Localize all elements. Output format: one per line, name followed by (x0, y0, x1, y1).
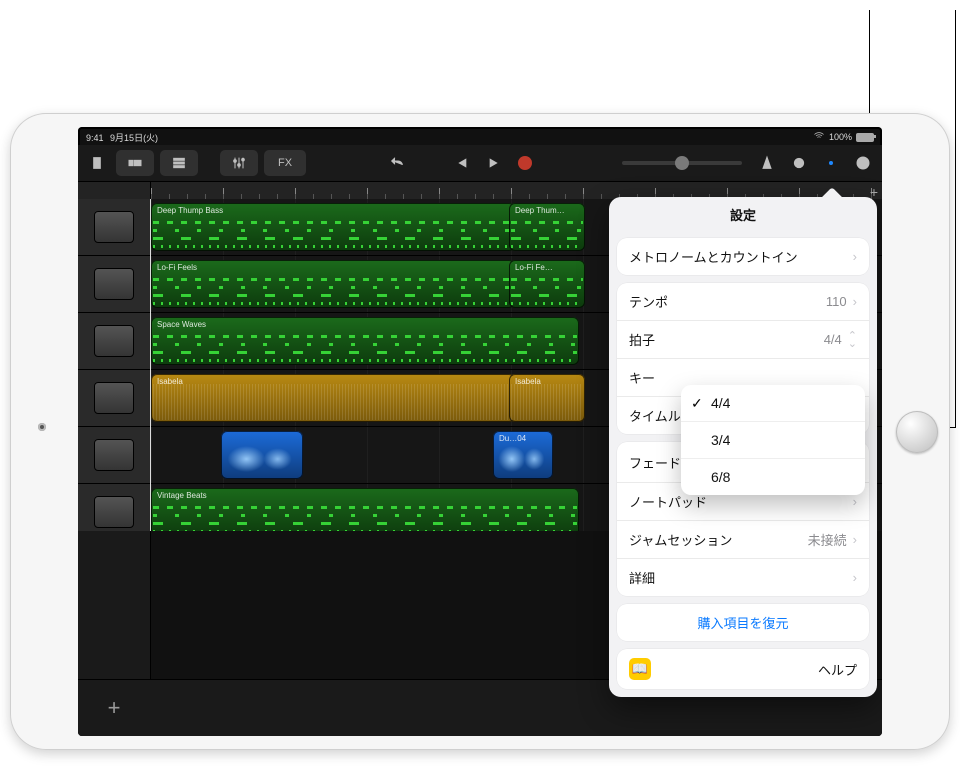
settings-button[interactable] (818, 150, 844, 176)
view-navigator-button[interactable] (116, 150, 154, 176)
check-icon: ✓ (691, 395, 703, 412)
jam-label: ジャムセッション (629, 530, 732, 549)
restore-label: 購入項目を復元 (697, 613, 788, 632)
undo-button[interactable] (384, 150, 410, 176)
option-label: 4/4 (711, 395, 730, 411)
settings-details-row[interactable]: 詳細 › (617, 558, 869, 596)
master-volume-slider[interactable] (622, 161, 742, 165)
instrument-icon (94, 268, 134, 300)
toolbar: FX (78, 145, 882, 182)
track-header[interactable] (78, 313, 151, 369)
region-clip[interactable]: Lo-Fi Fe… (509, 260, 585, 308)
instrument-icon (94, 325, 134, 357)
timesig-option-4-4[interactable]: ✓ 4/4 (681, 385, 865, 421)
restore-purchases-button[interactable]: 購入項目を復元 (617, 604, 869, 641)
status-date: 9月15日(火) (110, 133, 158, 143)
region-clip[interactable]: Deep Thum… (509, 203, 585, 251)
settings-title: 設定 (609, 197, 877, 230)
help-label: ヘルプ (818, 660, 857, 679)
track-header[interactable] (78, 256, 151, 312)
region-clip[interactable]: Vintage Beats (151, 488, 579, 536)
callout-line (955, 10, 956, 428)
chevron-right-icon: › (853, 570, 857, 585)
instrument-icon (94, 439, 134, 471)
settings-help-row[interactable]: 📖 ヘルプ (617, 649, 869, 689)
help-book-icon: 📖 (629, 658, 651, 680)
timesig-option-6-8[interactable]: 6/8 (681, 458, 865, 495)
settings-metronome-row[interactable]: メトロノームとカウントイン › (617, 238, 869, 275)
loop-button[interactable] (786, 150, 812, 176)
screen: 9:41 9月15日(火) 100% (78, 127, 882, 736)
view-tracks-button[interactable] (160, 150, 198, 176)
region-clip[interactable]: Lo-Fi Feels (151, 260, 515, 308)
track-header[interactable] (78, 427, 151, 483)
jam-value: 未接続 (808, 530, 847, 549)
option-label: 6/8 (711, 469, 730, 485)
tempo-label: テンポ (629, 292, 668, 311)
timesig-label: 拍子 (629, 330, 655, 349)
fx-button[interactable]: FX (264, 150, 306, 176)
battery-pct: 100% (829, 132, 852, 142)
metronome-icon[interactable] (754, 150, 780, 176)
chevron-right-icon: › (853, 249, 857, 264)
instrument-icon (94, 382, 134, 414)
chevron-right-icon: › (853, 532, 857, 547)
region-clip[interactable]: Du…04 (493, 431, 553, 479)
status-bar: 9:41 9月15日(火) 100% (78, 127, 882, 145)
chevron-right-icon: › (853, 294, 857, 309)
metronome-label: メトロノームとカウントイン (629, 247, 798, 266)
track-header[interactable] (78, 199, 151, 255)
settings-jam-row[interactable]: ジャムセッション 未接続 › (617, 520, 869, 558)
timesig-option-3-4[interactable]: 3/4 (681, 421, 865, 458)
track-header[interactable] (78, 370, 151, 426)
home-button[interactable] (896, 411, 938, 453)
tempo-value: 110 (826, 294, 847, 309)
status-time: 9:41 (86, 133, 104, 143)
region-clip[interactable]: Space Waves (151, 317, 579, 365)
browser-button[interactable] (84, 150, 110, 176)
callout-line (869, 10, 870, 113)
region-clip[interactable]: Isabela (151, 374, 515, 422)
chevron-right-icon: › (853, 494, 857, 509)
add-track-button[interactable]: + (78, 695, 150, 721)
fx-label: FX (278, 157, 292, 169)
settings-timesig-row[interactable]: 拍子 4/4 ⌃⌄ (617, 320, 869, 358)
timesig-dropdown: ✓ 4/4 3/4 6/8 (681, 385, 865, 495)
key-label: キー (629, 368, 655, 387)
help-button[interactable] (850, 150, 876, 176)
battery-icon (856, 133, 874, 142)
record-button[interactable] (512, 150, 538, 176)
ipad-device: 9:41 9月15日(火) 100% (10, 113, 950, 750)
timeruler-label: タイムル (629, 406, 681, 425)
region-clip[interactable]: Isabela (509, 374, 585, 422)
play-button[interactable] (480, 150, 506, 176)
option-label: 3/4 (711, 432, 730, 448)
settings-tempo-row[interactable]: テンポ 110 › (617, 283, 869, 320)
details-label: 詳細 (629, 568, 655, 587)
instrument-icon (94, 496, 134, 528)
updown-icon: ⌃⌄ (848, 332, 857, 348)
go-to-start-button[interactable] (448, 150, 474, 176)
region-clip[interactable] (221, 431, 303, 479)
settings-popover: 設定 メトロノームとカウントイン › テンポ 110 › 拍子 (609, 197, 877, 697)
mixer-button[interactable] (220, 150, 258, 176)
front-camera (38, 423, 46, 431)
region-clip[interactable]: Deep Thump Bass (151, 203, 515, 251)
instrument-icon (94, 211, 134, 243)
timesig-value: 4/4 (824, 332, 842, 347)
wifi-icon (813, 130, 825, 144)
